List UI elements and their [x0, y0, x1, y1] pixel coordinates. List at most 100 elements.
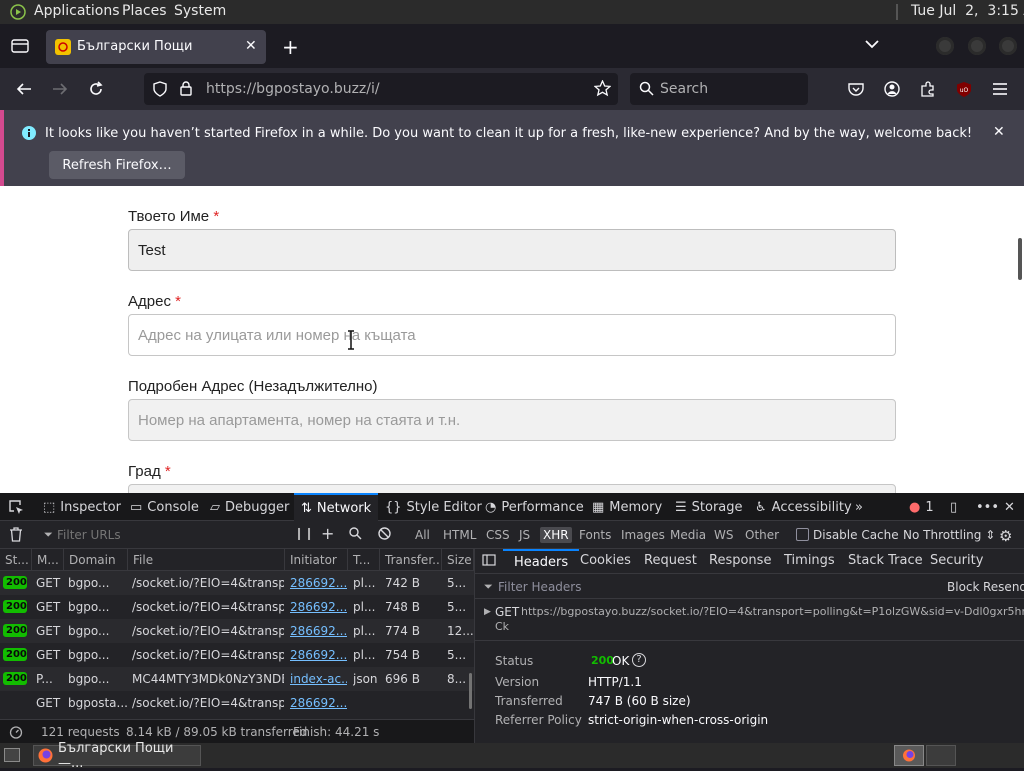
- new-tab-icon[interactable]: +: [282, 35, 299, 59]
- name-field[interactable]: Test: [128, 229, 896, 271]
- filter-xhr[interactable]: XHR: [540, 527, 572, 543]
- reload-icon[interactable]: [82, 76, 110, 102]
- col-transferred[interactable]: Transfer...: [380, 549, 442, 571]
- tab-storage[interactable]: ☰ Storage: [675, 493, 743, 521]
- filter-images[interactable]: Images: [618, 527, 668, 543]
- tab-cookies[interactable]: Cookies: [580, 549, 631, 573]
- ublock-origin-icon[interactable]: uO: [950, 76, 978, 102]
- filter-other[interactable]: Other: [742, 527, 782, 543]
- tab-performance[interactable]: ◔ Performance: [485, 493, 584, 521]
- table-row[interactable]: 200 GET bgpo... /socket.io/?EIO=4&transport…: [0, 643, 474, 667]
- workspace-2[interactable]: [926, 745, 956, 766]
- menu-places[interactable]: Places: [122, 3, 167, 19]
- tab-style-editor[interactable]: {} Style Editor: [385, 493, 482, 521]
- filter-ws[interactable]: WS: [711, 527, 736, 543]
- filter-all[interactable]: All: [412, 527, 433, 543]
- col-method[interactable]: M...: [32, 549, 64, 571]
- table-row[interactable]: 200 GET bgpo... /socket.io/?EIO=4&transport…: [0, 571, 474, 595]
- filter-urls-input[interactable]: [57, 525, 277, 545]
- close-notification-icon[interactable]: ✕: [993, 124, 1005, 140]
- devtools-menu-icon[interactable]: •••: [976, 493, 999, 521]
- hamburger-menu-icon[interactable]: [986, 76, 1014, 102]
- forward-arrow-icon[interactable]: [46, 76, 74, 102]
- throttling-select[interactable]: No Throttling ⇕: [903, 528, 995, 542]
- tab-accessibility[interactable]: ♿ Accessibility: [755, 493, 852, 521]
- close-devtools-icon[interactable]: ✕: [1004, 493, 1015, 521]
- clock[interactable]: Tue Jul 2, 3:15 AM: [911, 3, 1024, 19]
- col-status[interactable]: St...: [0, 549, 32, 571]
- url-bar[interactable]: https://bgpostayo.buzz/i/: [144, 73, 618, 105]
- col-initiator[interactable]: Initiator: [285, 549, 348, 571]
- tab-memory[interactable]: ▦ Memory: [592, 493, 662, 521]
- workspace-switcher[interactable]: [894, 745, 924, 766]
- dock-side-icon[interactable]: ▯: [950, 493, 957, 521]
- tab-inspector[interactable]: ⬚ Inspector: [43, 493, 121, 521]
- filter-media[interactable]: Media: [667, 527, 709, 543]
- filter-css[interactable]: CSS: [483, 527, 513, 543]
- gnome-logo-icon[interactable]: [10, 4, 26, 20]
- tab-timings[interactable]: Timings: [784, 549, 835, 573]
- tab-response[interactable]: Response: [709, 549, 771, 573]
- block-button[interactable]: Block: [947, 580, 979, 594]
- menu-system[interactable]: System: [174, 3, 226, 19]
- trash-icon[interactable]: [9, 527, 23, 542]
- extensions-puzzle-icon[interactable]: [914, 76, 942, 102]
- table-row[interactable]: GET bgposta... /socket.io/?EIO=4&transport…: [0, 691, 474, 715]
- disable-cache-checkbox[interactable]: [796, 528, 809, 541]
- tab-console[interactable]: ▭ Console: [130, 493, 199, 521]
- tab-security[interactable]: Security: [930, 549, 983, 573]
- toggle-sidebar-icon[interactable]: [482, 554, 496, 566]
- error-count-badge[interactable]: ● 1: [909, 493, 934, 521]
- tab-debugger[interactable]: ▱ Debugger: [210, 493, 289, 521]
- col-type[interactable]: T...: [348, 549, 380, 571]
- page-scrollbar[interactable]: [1018, 238, 1022, 280]
- search-bar[interactable]: Search: [630, 73, 808, 105]
- refresh-firefox-button[interactable]: Refresh Firefox…: [49, 151, 185, 179]
- table-row[interactable]: 200 GET bgpo... /socket.io/?EIO=4&transport…: [0, 619, 474, 643]
- list-tabs-chevron-icon[interactable]: [864, 37, 880, 51]
- expand-triangle-icon[interactable]: ▶: [484, 607, 491, 617]
- add-filter-icon[interactable]: +: [321, 524, 334, 543]
- maximize-button[interactable]: [968, 37, 986, 55]
- url-text[interactable]: https://bgpostayo.buzz/i/: [206, 81, 380, 97]
- pocket-icon[interactable]: [842, 76, 870, 102]
- tab-active[interactable]: Български Пощи ✕: [46, 30, 266, 64]
- menu-applications[interactable]: Applications: [34, 3, 120, 19]
- help-question-icon[interactable]: ?: [632, 653, 646, 667]
- pick-element-icon[interactable]: [8, 499, 24, 515]
- firefox-view-icon[interactable]: [11, 38, 29, 54]
- close-tab-icon[interactable]: ✕: [245, 38, 257, 54]
- table-row[interactable]: 200 P... bgpo... MC44MTY3MDk0NzY3NDEyNz inde…: [0, 667, 474, 691]
- filter-js[interactable]: JS: [516, 527, 533, 543]
- city-field[interactable]: [128, 484, 896, 493]
- tab-request[interactable]: Request: [644, 549, 697, 573]
- tab-network[interactable]: ⇅ Network: [294, 493, 379, 521]
- shield-icon[interactable]: [153, 81, 167, 97]
- table-scrollbar[interactable]: [469, 673, 472, 709]
- tab-headers[interactable]: Headers: [503, 549, 580, 573]
- show-desktop-icon[interactable]: [4, 748, 20, 762]
- filter-headers-input[interactable]: Filter Headers: [498, 580, 581, 594]
- filter-html[interactable]: HTML: [440, 527, 479, 543]
- search-icon[interactable]: [349, 527, 362, 540]
- col-domain[interactable]: Domain: [64, 549, 128, 571]
- table-row[interactable]: 200 GET bgpo... /socket.io/?EIO=4&transport…: [0, 595, 474, 619]
- pause-icon[interactable]: ❙❙: [294, 526, 314, 540]
- minimize-button[interactable]: [936, 37, 954, 55]
- address-field[interactable]: Адрес на улицата или номер на къщата: [128, 314, 896, 356]
- more-tabs-chevron-icon[interactable]: »: [855, 493, 863, 521]
- close-window-button[interactable]: [999, 37, 1017, 55]
- tab-stack-trace[interactable]: Stack Trace: [848, 549, 923, 573]
- request-url[interactable]: https://bgpostayo.buzz/socket.io/?EIO=4&…: [521, 605, 1024, 618]
- address-detail-field[interactable]: Номер на апартамента, номер на стаята и …: [128, 399, 896, 441]
- bookmark-star-icon[interactable]: [594, 80, 611, 97]
- filter-fonts[interactable]: Fonts: [576, 527, 614, 543]
- lock-icon[interactable]: [180, 81, 192, 96]
- taskbar-window-button[interactable]: Български Пощи —...: [33, 741, 201, 771]
- block-url-icon[interactable]: [378, 527, 391, 540]
- account-icon[interactable]: [878, 76, 906, 102]
- settings-gear-icon[interactable]: ⚙: [999, 527, 1012, 545]
- back-arrow-icon[interactable]: [10, 76, 38, 102]
- col-file[interactable]: File: [128, 549, 285, 571]
- resend-button[interactable]: Resend: [983, 580, 1024, 594]
